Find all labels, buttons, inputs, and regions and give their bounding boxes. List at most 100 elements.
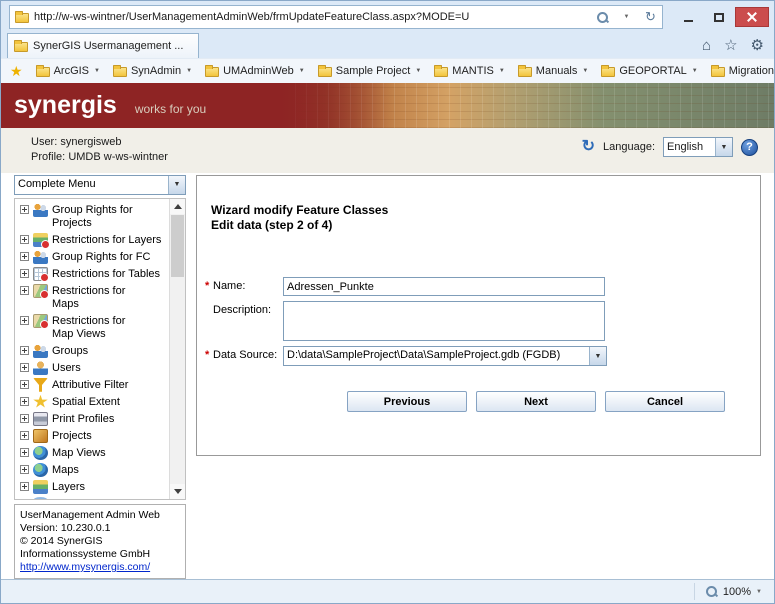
sidebar-item-projects[interactable]: Projects xyxy=(18,427,166,444)
chevron-down-icon[interactable]: ▼ xyxy=(715,138,732,156)
help-button[interactable]: ? xyxy=(741,138,758,156)
name-label: Name: xyxy=(213,280,246,292)
sidebar-item-label: Restrictions for Tables xyxy=(52,267,161,280)
expand-plus-icon[interactable] xyxy=(20,413,29,423)
favorites-bar-star-icon[interactable]: ★ xyxy=(10,64,23,78)
expand-plus-icon[interactable] xyxy=(20,379,29,389)
sidebar-item-restrictions-for-maps[interactable]: Restrictions for Maps xyxy=(18,282,166,312)
favorite-label: MANTIS xyxy=(452,65,494,77)
sidebar-item-label: Restrictions for Maps xyxy=(52,284,126,310)
maximize-button[interactable] xyxy=(705,7,732,27)
expand-plus-icon[interactable] xyxy=(20,362,29,372)
user-info-bar: User: synergisweb Profile: UMDB w-ws-win… xyxy=(1,128,774,173)
expand-plus-icon[interactable] xyxy=(20,430,29,440)
address-dropdown-caret-icon[interactable]: ▼ xyxy=(617,7,636,27)
sidebar-item-label: Restrictions for Layers xyxy=(52,233,162,246)
sidebar-item-layers[interactable]: Layers xyxy=(18,478,166,495)
favorite-umadminweb[interactable]: UMAdminWeb ▼ xyxy=(205,65,305,77)
name-input[interactable] xyxy=(283,277,605,296)
maximize-icon xyxy=(713,12,724,22)
favorite-geoportal[interactable]: GEOPORTAL ▼ xyxy=(601,65,698,77)
folder-icon xyxy=(601,65,616,77)
sidebar-item-users[interactable]: Users xyxy=(18,359,166,376)
language-select[interactable]: English ▼ xyxy=(663,137,733,157)
favorite-manuals[interactable]: Manuals ▼ xyxy=(517,65,588,77)
home-icon[interactable]: ⌂ xyxy=(702,38,711,53)
sidebar-item-restrictions-for-tables[interactable]: Restrictions for Tables xyxy=(18,265,166,282)
main-area: Wizard modify Feature Classes Edit data … xyxy=(196,175,761,579)
settings-gear-icon[interactable]: ⚙ xyxy=(751,38,764,53)
tab-synergis-usermanagement[interactable]: SynerGIS Usermanagement ... xyxy=(7,33,199,58)
footer-link[interactable]: http://www.mysynergis.com/ xyxy=(20,561,150,573)
search-icon[interactable] xyxy=(593,7,612,27)
favorite-label: ArcGIS xyxy=(53,65,90,77)
expand-plus-icon[interactable] xyxy=(20,464,29,474)
sidebar-item-print-profiles[interactable]: Print Profiles xyxy=(18,410,166,427)
menu-filter-select[interactable]: Complete Menu ▼ xyxy=(14,175,186,195)
chevron-down-icon[interactable]: ▼ xyxy=(589,347,606,365)
sidebar-item-label: Map Views xyxy=(52,446,106,459)
url-text[interactable]: http://w-ws-wintner/UserManagementAdminW… xyxy=(34,11,588,23)
expand-plus-icon[interactable] xyxy=(20,234,29,244)
favorite-mantis[interactable]: MANTIS ▼ xyxy=(434,65,505,77)
wizard-step: Edit data (step 2 of 4) xyxy=(211,218,333,232)
minimize-icon xyxy=(684,20,693,22)
sidebar-item-groups[interactable]: Groups xyxy=(18,342,166,359)
expand-plus-icon[interactable] xyxy=(20,447,29,457)
expand-plus-icon[interactable] xyxy=(20,396,29,406)
sidebar-item-group-rights-for-fc[interactable]: Group Rights for FC xyxy=(18,248,166,265)
group-rights-icon xyxy=(33,249,48,264)
scroll-down-arrow[interactable] xyxy=(170,484,185,499)
zoom-control[interactable]: 100% ▼ xyxy=(693,583,770,600)
close-button[interactable] xyxy=(735,7,769,27)
logo-text: synergis xyxy=(14,91,117,119)
expand-plus-icon[interactable] xyxy=(20,268,29,278)
tree-scrollbar[interactable] xyxy=(169,198,185,499)
language-label: Language: xyxy=(603,140,655,153)
favorite-synadmin[interactable]: SynAdmin ▼ xyxy=(112,65,192,77)
expand-plus-icon[interactable] xyxy=(20,345,29,355)
favorite-migration[interactable]: Migration ▼ xyxy=(710,65,775,77)
synergis-logo: synergis works for you xyxy=(14,92,206,118)
database-icon xyxy=(33,496,48,499)
expand-plus-icon[interactable] xyxy=(20,481,29,491)
sidebar-item-restrictions-for-layers[interactable]: Restrictions for Layers xyxy=(18,231,166,249)
expand-plus-icon[interactable] xyxy=(20,285,29,295)
sync-refresh-icon[interactable]: ↻ xyxy=(582,139,595,155)
tab-bar: SynerGIS Usermanagement ... ⌂ ☆ ⚙ xyxy=(1,31,774,58)
refresh-icon[interactable]: ↻ xyxy=(641,7,660,27)
minimize-button[interactable] xyxy=(675,7,702,27)
sidebar-item-spatial-extent[interactable]: Spatial Extent xyxy=(18,393,166,410)
description-label: Description: xyxy=(213,304,272,316)
favorite-arcgis[interactable]: ArcGIS ▼ xyxy=(35,65,100,77)
description-textarea[interactable] xyxy=(283,301,605,341)
sidebar-item-group-rights-for-projects[interactable]: Group Rights for Projects xyxy=(18,201,166,231)
sidebar-item-map-views[interactable]: Map Views xyxy=(18,444,166,461)
datasource-select[interactable]: D:\data\SampleProject\Data\SampleProject… xyxy=(283,346,607,366)
folder-icon xyxy=(35,65,50,77)
favorites-star-icon[interactable]: ☆ xyxy=(724,38,737,53)
wizard-buttons: Previous Next Cancel xyxy=(347,391,746,412)
chevron-down-icon[interactable]: ▼ xyxy=(168,176,185,194)
expand-plus-icon[interactable] xyxy=(20,251,29,261)
previous-button[interactable]: Previous xyxy=(347,391,467,412)
next-button[interactable]: Next xyxy=(476,391,596,412)
expand-plus-icon[interactable] xyxy=(20,498,29,499)
expand-plus-icon[interactable] xyxy=(20,204,29,214)
sidebar-item-attributive-filter[interactable]: Attributive Filter xyxy=(18,376,166,393)
sidebar-item-restrictions-for-map-views[interactable]: Restrictions for Map Views xyxy=(18,312,166,342)
scroll-up-arrow[interactable] xyxy=(170,198,185,214)
address-bar[interactable]: http://w-ws-wintner/UserManagementAdminW… xyxy=(9,5,663,29)
tab-title: SynerGIS Usermanagement ... xyxy=(33,40,184,52)
favorite-sample-project[interactable]: Sample Project ▼ xyxy=(317,65,421,77)
scrollbar-thumb[interactable] xyxy=(171,214,184,277)
sidebar-item-label: Maps xyxy=(52,463,79,476)
sidebar-item-maps[interactable]: Maps xyxy=(18,461,166,478)
cancel-button[interactable]: Cancel xyxy=(605,391,725,412)
zoom-magnifier-icon xyxy=(705,585,718,598)
required-asterisk: * xyxy=(205,349,210,361)
chevron-down-icon: ▼ xyxy=(756,588,762,595)
sidebar-item-data-sources[interactable]: Data Sources xyxy=(18,495,166,499)
navigation-tree: Group Rights for Projects Restrictions f… xyxy=(14,197,186,500)
expand-plus-icon[interactable] xyxy=(20,315,29,325)
